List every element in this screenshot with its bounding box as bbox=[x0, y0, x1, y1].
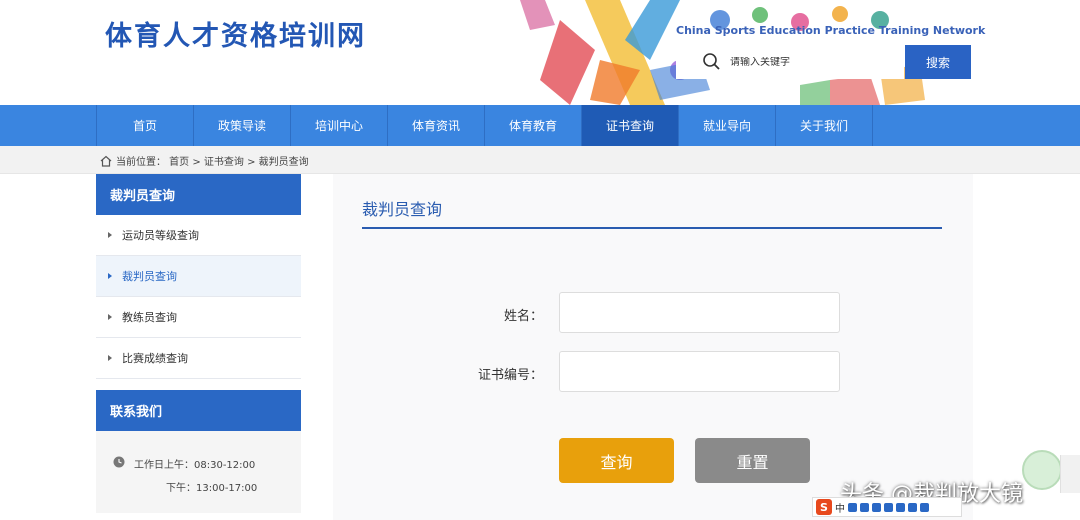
triangle-right-icon bbox=[108, 355, 112, 361]
search-box bbox=[676, 45, 904, 79]
sidebar-item-coach[interactable]: 教练员查询 bbox=[96, 297, 301, 338]
breadcrumb-text[interactable]: 当前位置： 首页 > 证书查询 > 裁判员查询 bbox=[116, 153, 309, 168]
main-nav: 首页 政策导读 培训中心 体育资讯 体育教育 证书查询 就业导向 关于我们 bbox=[0, 105, 1080, 146]
nav-item-about[interactable]: 关于我们 bbox=[776, 105, 873, 146]
nav-item-policy[interactable]: 政策导读 bbox=[194, 105, 291, 146]
triangle-right-icon bbox=[108, 232, 112, 238]
site-title[interactable]: 体育人才资格培训网 bbox=[105, 14, 366, 53]
ime-tool-icon bbox=[884, 502, 893, 512]
panel-title: 裁判员查询 bbox=[362, 200, 443, 219]
triangle-right-icon bbox=[108, 314, 112, 320]
page: 体育人才资格培训网 China Sports Education Practic… bbox=[0, 0, 1080, 520]
floating-widget[interactable] bbox=[1022, 450, 1062, 490]
ime-toolbar[interactable]: S 中 bbox=[812, 497, 962, 517]
nav-item-training[interactable]: 培训中心 bbox=[291, 105, 388, 146]
ime-tool-icon bbox=[920, 502, 929, 512]
breadcrumb: 当前位置： 首页 > 证书查询 > 裁判员查询 bbox=[100, 153, 309, 168]
sidebar-heading: 裁判员查询 bbox=[96, 174, 301, 215]
reset-button[interactable]: 重置 bbox=[695, 438, 810, 483]
sidebar-item-athlete[interactable]: 运动员等级查询 bbox=[96, 215, 301, 256]
nav-item-news[interactable]: 体育资讯 bbox=[388, 105, 485, 146]
name-input[interactable] bbox=[559, 292, 840, 333]
name-label: 姓名： bbox=[503, 309, 543, 324]
sogou-ime-icon: S bbox=[816, 499, 832, 515]
ime-mode-label: 中 bbox=[835, 503, 845, 515]
sidebar-item-label: 教练员查询 bbox=[122, 311, 177, 324]
breadcrumb-bar: 当前位置： 首页 > 证书查询 > 裁判员查询 bbox=[0, 146, 1080, 174]
home-icon bbox=[100, 155, 112, 167]
site-subtitle: China Sports Education Practice Training… bbox=[676, 24, 986, 37]
search-button[interactable]: 搜索 bbox=[905, 45, 971, 79]
ime-tool-icon bbox=[872, 502, 881, 512]
query-panel: 裁判员查询 姓名： 证书编号： 查询 重置 bbox=[333, 174, 973, 520]
sidebar-item-referee[interactable]: 裁判员查询 bbox=[96, 256, 301, 297]
ime-tool-icon bbox=[908, 502, 917, 512]
site-header: 体育人才资格培训网 China Sports Education Practic… bbox=[0, 0, 1080, 105]
side-scroll-strip bbox=[1060, 455, 1080, 493]
sidebar-item-label: 裁判员查询 bbox=[122, 270, 177, 283]
sidebar-item-label: 比赛成绩查询 bbox=[122, 352, 188, 365]
certificate-number-label: 证书编号： bbox=[477, 368, 543, 383]
sidebar-item-results[interactable]: 比赛成绩查询 bbox=[96, 338, 301, 379]
ime-tool-icon bbox=[860, 502, 869, 512]
working-hours-afternoon: 下午：13:00-17:00 bbox=[166, 483, 258, 494]
ime-tool-icon bbox=[848, 502, 857, 512]
search-icon bbox=[703, 53, 720, 70]
nav-item-home[interactable]: 首页 bbox=[97, 105, 194, 146]
contact-info: 工作日上午：08:30-12:00 下午：13:00-17:00 bbox=[96, 431, 301, 513]
nav-item-education[interactable]: 体育教育 bbox=[485, 105, 582, 146]
sidebar: 裁判员查询 运动员等级查询 裁判员查询 教练员查询 比赛成绩查询 联系我们 工作… bbox=[96, 174, 301, 520]
working-hours-morning: 工作日上午：08:30-12:00 bbox=[134, 460, 256, 471]
contact-heading: 联系我们 bbox=[96, 390, 301, 431]
nav-item-career[interactable]: 就业导向 bbox=[679, 105, 776, 146]
search-input[interactable] bbox=[730, 56, 890, 68]
clock-icon bbox=[113, 456, 125, 468]
certificate-number-input[interactable] bbox=[559, 351, 840, 392]
nav-item-certificate[interactable]: 证书查询 bbox=[582, 105, 679, 146]
sidebar-item-label: 运动员等级查询 bbox=[122, 229, 199, 242]
title-divider bbox=[362, 227, 942, 229]
triangle-right-icon bbox=[108, 273, 112, 279]
ime-tool-icon bbox=[896, 502, 905, 512]
query-button[interactable]: 查询 bbox=[559, 438, 674, 483]
